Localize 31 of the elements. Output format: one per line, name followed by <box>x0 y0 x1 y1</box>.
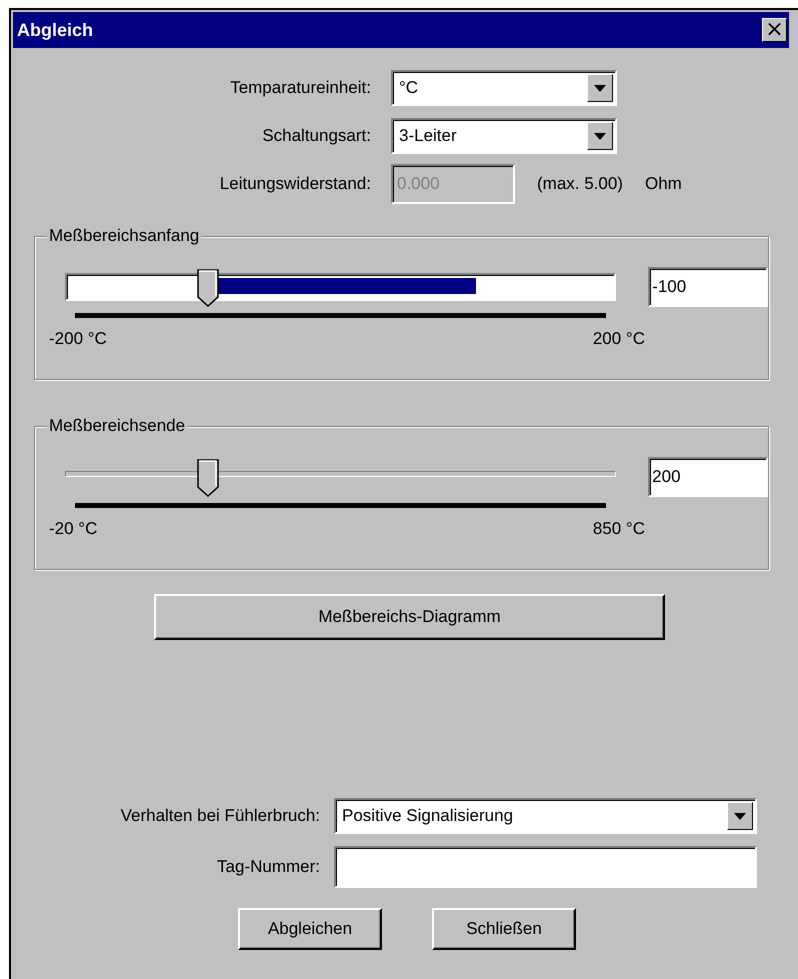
slider-thumb[interactable] <box>197 459 220 497</box>
field-label: Schaltungsart: <box>261 126 372 146</box>
scale-label: -20 °C <box>49 519 98 539</box>
dropdown-button[interactable] <box>587 122 613 150</box>
window-title: Abgleich <box>17 20 94 40</box>
field-label: Leitungswiderstand: <box>218 174 372 194</box>
field-label: Verhalten bei Fühlerbruch: <box>120 806 321 826</box>
scale-label: 200 °C <box>592 329 645 349</box>
input-field[interactable]: 200 <box>648 457 768 497</box>
caret-icon <box>594 84 606 92</box>
dropdown[interactable]: °C <box>391 70 617 106</box>
input-field[interactable] <box>334 846 757 888</box>
caret-icon <box>734 812 746 820</box>
field-label: Tag-Nummer: <box>216 857 321 877</box>
hint-text: (max. 5.00) <box>537 174 623 194</box>
dialog-button[interactable]: Schließen <box>432 908 576 950</box>
caret-icon <box>594 132 606 140</box>
diagram-button[interactable]: Meßbereichs-Diagramm <box>154 594 665 640</box>
dropdown[interactable]: 3-Leiter <box>391 118 617 154</box>
unit-label: Ohm <box>644 174 682 194</box>
scale-label: 850 °C <box>592 519 645 539</box>
scale-label: -200 °C <box>49 329 107 349</box>
input-field[interactable]: -100 <box>648 267 768 307</box>
group-title: Meßbereichsanfang <box>47 226 202 246</box>
dropdown-button[interactable] <box>727 802 753 830</box>
field-label: Temparatureinheit: <box>229 78 372 98</box>
dropdown[interactable]: Positive Signalisierung <box>334 798 757 834</box>
dropdown-button[interactable] <box>587 74 613 102</box>
close-button[interactable]: × <box>762 18 787 42</box>
dialog-button[interactable]: Abgleichen <box>238 908 382 950</box>
slider-thumb[interactable] <box>197 269 220 307</box>
